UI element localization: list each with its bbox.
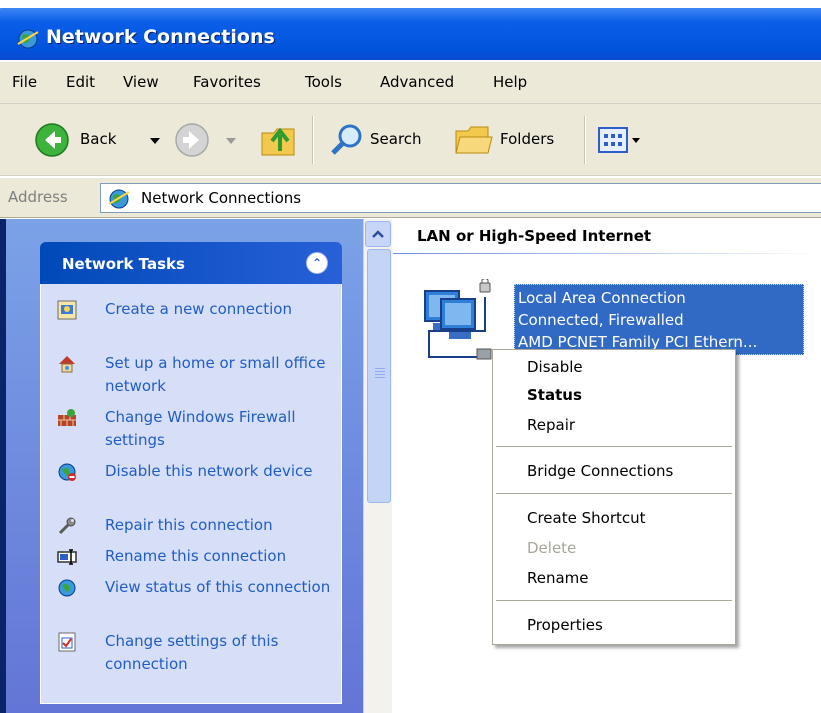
task-pane: Network Tasks ⌃ Create a new connection … — [0, 219, 363, 713]
network-tasks-header[interactable]: Network Tasks ⌃ — [40, 242, 342, 284]
views-button[interactable] — [592, 118, 652, 162]
menu-item-create-shortcut[interactable]: Create Shortcut — [527, 509, 646, 527]
menu-item-status[interactable]: Status — [527, 386, 582, 404]
folders-label: Folders — [500, 130, 555, 148]
forward-dropdown-icon — [226, 138, 236, 144]
menu-item-repair[interactable]: Repair — [527, 416, 575, 434]
new-connection-icon — [57, 300, 77, 320]
lan-connection-item[interactable]: Local Area Connection Connected, Firewal… — [514, 284, 804, 355]
menu-item-delete: Delete — [527, 539, 577, 557]
network-tasks-list: Create a new connection Set up a home or… — [40, 284, 342, 704]
home-network-icon — [59, 356, 75, 373]
search-icon — [331, 124, 362, 155]
menu-tools[interactable]: Tools — [305, 73, 342, 91]
address-label: Address — [8, 188, 68, 206]
task-label: Rename this connection — [105, 547, 287, 565]
back-arrow-icon — [35, 123, 69, 157]
connection-name: Local Area Connection — [518, 289, 686, 307]
folders-button[interactable]: Folders — [448, 118, 574, 162]
views-icon — [598, 127, 628, 153]
task-label: Disable this network device — [105, 462, 313, 480]
task-label: Change settings of this connection — [105, 632, 279, 673]
rename-icon — [57, 549, 77, 565]
menu-separator — [496, 446, 732, 447]
search-label: Search — [370, 130, 422, 148]
search-button[interactable]: Search — [322, 118, 440, 162]
forward-button[interactable] — [168, 118, 242, 162]
title-bar-top-edge — [0, 0, 821, 8]
title-bar[interactable]: Network Connections — [0, 0, 821, 60]
address-bar: Address Network Connections — [0, 178, 821, 218]
group-header: LAN or High-Speed Internet — [417, 227, 652, 245]
menu-help[interactable]: Help — [493, 73, 527, 91]
scroll-grip-line — [375, 368, 385, 369]
address-field[interactable]: Network Connections — [100, 183, 821, 213]
connection-status: Connected, Firewalled — [518, 311, 684, 329]
scroll-grip-line — [375, 374, 385, 375]
menu-item-rename[interactable]: Rename — [527, 569, 589, 587]
collapse-chevron-icon[interactable]: ⌃ — [306, 252, 328, 274]
group-header-underline — [393, 253, 821, 254]
network-connections-icon — [108, 189, 130, 209]
forward-arrow-icon — [175, 123, 209, 157]
task-label: Create a new connection — [105, 300, 292, 318]
scroll-up-button[interactable] — [365, 221, 391, 247]
window-left-border — [0, 219, 6, 713]
status-icon — [58, 579, 76, 597]
task-label: Change Windows Firewall settings — [105, 408, 296, 449]
network-tasks-title: Network Tasks — [62, 255, 185, 273]
settings-icon — [58, 632, 76, 652]
scroll-grip-line — [375, 377, 385, 378]
toolbar: Back Search Folders — [0, 104, 821, 176]
network-connections-icon — [17, 29, 39, 49]
back-button[interactable]: Back — [10, 118, 160, 162]
window-title: Network Connections — [46, 26, 275, 48]
back-dropdown-icon — [150, 138, 160, 144]
task-pane-scrollbar[interactable] — [363, 219, 392, 713]
disable-network-icon — [58, 463, 76, 481]
address-value: Network Connections — [141, 189, 302, 207]
menu-separator — [496, 600, 732, 601]
menu-file[interactable]: File — [12, 73, 37, 91]
views-dropdown-icon — [632, 138, 640, 143]
menu-item-properties[interactable]: Properties — [527, 616, 603, 634]
chevron-up-icon — [372, 230, 384, 238]
folders-icon — [455, 126, 493, 154]
menu-bar: File Edit View Favorites Tools Advanced … — [0, 62, 821, 104]
scroll-grip-line — [375, 371, 385, 372]
context-menu: Disable Status Repair Bridge Connections… — [492, 349, 736, 645]
menu-item-bridge-connections[interactable]: Bridge Connections — [527, 462, 673, 480]
menu-view[interactable]: View — [123, 73, 159, 91]
firewall-icon — [58, 409, 76, 426]
task-label: View status of this connection — [105, 578, 331, 596]
task-label: Set up a home or small office network — [105, 354, 326, 395]
scroll-thumb[interactable] — [367, 249, 391, 503]
menu-item-disable[interactable]: Disable — [527, 358, 583, 376]
menu-edit[interactable]: Edit — [66, 73, 95, 91]
task-label: Repair this connection — [105, 516, 273, 534]
back-label: Back — [80, 130, 117, 148]
menu-separator — [496, 493, 732, 494]
toolbar-separator — [584, 116, 585, 164]
wrench-icon — [58, 517, 76, 535]
up-folder-icon — [261, 127, 295, 156]
menu-favorites[interactable]: Favorites — [193, 73, 261, 91]
menu-advanced[interactable]: Advanced — [380, 73, 454, 91]
up-folder-button[interactable] — [256, 118, 302, 162]
toolbar-separator — [312, 116, 313, 164]
